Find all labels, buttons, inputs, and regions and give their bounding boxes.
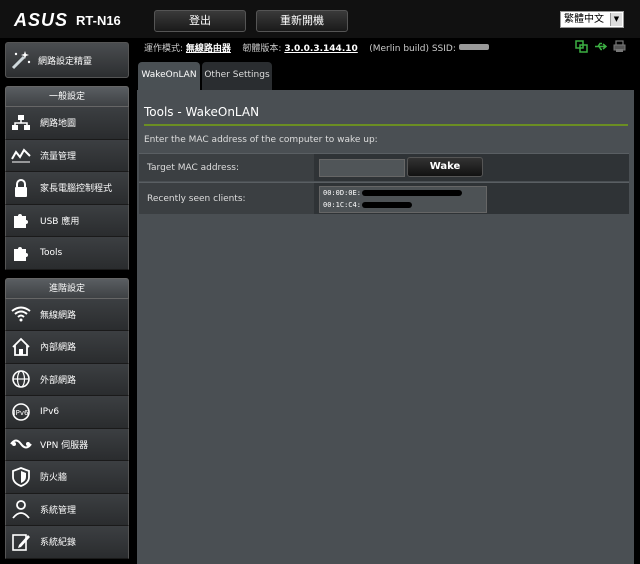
tab-other-settings[interactable]: Other Settings [202, 62, 272, 90]
recent-clients-label: Recently seen clients: [147, 194, 246, 204]
sidebar-item-traffic[interactable]: 流量管理 [5, 139, 129, 172]
mac-address-input[interactable] [319, 159, 405, 177]
sidebar-item-label: USB 應用 [40, 216, 80, 227]
advanced-settings-header: 進階設定 [5, 277, 129, 299]
sidebar-item-label: IPv6 [40, 406, 60, 417]
sidebar-item-label: 內部網路 [40, 343, 77, 354]
network-map-icon [10, 112, 32, 134]
clients-list[interactable]: 00:0D:0E: 00:1C:C4: [319, 186, 487, 213]
sidebar-item-system-log[interactable]: 系統紀錄 [5, 526, 129, 559]
chevron-down-icon: ▼ [610, 13, 622, 26]
mode-value[interactable]: 無線路由器 [186, 44, 231, 54]
sidebar-item-label: 網路地圖 [40, 119, 77, 130]
quick-setup-label: 網路設定精靈 [38, 56, 93, 67]
sidebar-item-label: 外部網路 [40, 375, 77, 386]
sidebar-item-label: 防火牆 [40, 473, 68, 484]
firmware-value[interactable]: 3.0.0.3.144.10 [284, 44, 357, 54]
puzzle-icon [10, 209, 32, 231]
client-mac: 00:1C:C4: [323, 201, 361, 209]
title-divider [144, 124, 628, 126]
recent-clients-cell: 00:0D:0E: 00:1C:C4: [314, 183, 629, 214]
sidebar-item-tools[interactable]: Tools [5, 237, 129, 270]
sidebar-item-label: 系統管理 [40, 505, 77, 516]
admin-icon [10, 498, 32, 520]
sidebar-item-ipv6[interactable]: IPv6 IPv6 [5, 396, 129, 429]
build-label: (Merlin build) [369, 44, 429, 54]
top-bar: ASUS RT-N16 登出 重新開機 繁體中文 ▼ [0, 0, 640, 38]
sidebar-item-firewall[interactable]: 防火牆 [5, 461, 129, 494]
svg-text:IPv6: IPv6 [14, 409, 29, 417]
ipv6-icon: IPv6 [10, 401, 32, 423]
target-mac-label: Target MAC address: [147, 163, 240, 173]
general-settings-group: 一般設定 網路地圖 流量管理 家長電腦控制程式 USB 應用 Tools [5, 86, 129, 270]
sidebar-item-label: 家長電腦控制程式 [40, 184, 113, 195]
reboot-button[interactable]: 重新開機 [256, 10, 348, 32]
sidebar-item-parental-control[interactable]: 家長電腦控制程式 [5, 172, 129, 205]
logout-button[interactable]: 登出 [154, 10, 246, 32]
page-title: Tools - WakeOnLAN [144, 105, 260, 119]
home-icon [10, 336, 32, 358]
traffic-icon [10, 144, 32, 166]
recent-clients-row: Recently seen clients: 00:0D:0E: 00:1C:C… [139, 182, 629, 214]
sidebar-item-wireless[interactable]: 無線網路 [5, 298, 129, 331]
sidebar-item-administration[interactable]: 系統管理 [5, 493, 129, 526]
list-item[interactable]: 00:1C:C4: [320, 199, 486, 211]
tools-icon [10, 242, 32, 264]
sidebar-item-label: 無線網路 [40, 310, 77, 321]
page-description: Enter the MAC address of the computer to… [144, 135, 378, 145]
shield-icon [10, 466, 32, 488]
main-panel: Tools - WakeOnLAN Enter the MAC address … [137, 90, 634, 564]
log-icon [10, 531, 32, 553]
quick-setup-button[interactable]: 網路設定精靈 [5, 42, 129, 78]
sidebar-item-usb[interactable]: USB 應用 [5, 204, 129, 237]
tab-wakeonlan[interactable]: WakeOnLAN [138, 62, 200, 90]
sidebar-item-label: 流量管理 [40, 151, 77, 162]
client-mac: 00:0D:0E: [323, 189, 361, 197]
language-value: 繁體中文 [564, 14, 604, 25]
redaction-mark [362, 202, 412, 208]
globe-icon [10, 368, 32, 390]
connection-status-icon[interactable] [575, 40, 588, 53]
sidebar-item-label: VPN 伺服器 [40, 440, 89, 451]
wake-button[interactable]: Wake [407, 157, 483, 177]
sidebar-item-wan[interactable]: 外部網路 [5, 363, 129, 396]
target-mac-row: Target MAC address: Wake [139, 153, 629, 181]
asus-logo: ASUS [14, 10, 69, 30]
status-line: 運作模式: 無線路由器 韌體版本: 3.0.0.3.144.10 (Merlin… [144, 41, 489, 54]
list-item[interactable]: 00:0D:0E: [320, 187, 486, 199]
mode-label: 運作模式: [144, 44, 184, 54]
target-mac-cell: Wake [314, 154, 629, 181]
printer-status-icon[interactable] [613, 40, 626, 53]
redaction-mark [362, 190, 462, 196]
status-icons [575, 40, 626, 53]
router-model: RT-N16 [76, 13, 121, 28]
magic-wand-icon [10, 49, 32, 71]
lock-icon [10, 177, 32, 199]
ssid-label: SSID: [431, 44, 456, 54]
wifi-icon [10, 303, 32, 325]
language-select[interactable]: 繁體中文 ▼ [560, 11, 624, 28]
firmware-label: 韌體版本: [242, 44, 282, 54]
advanced-settings-group: 進階設定 無線網路 內部網路 外部網路 IPv6 IPv6 VPN 伺服器 防火… [5, 277, 129, 559]
sidebar: 網路設定精靈 一般設定 網路地圖 流量管理 家長電腦控制程式 USB 應用 To… [5, 42, 129, 559]
sidebar-item-network-map[interactable]: 網路地圖 [5, 107, 129, 140]
general-settings-header: 一般設定 [5, 86, 129, 107]
sidebar-item-label: Tools [40, 247, 63, 258]
sidebar-item-lan[interactable]: 內部網路 [5, 331, 129, 364]
sidebar-item-vpn[interactable]: VPN 伺服器 [5, 428, 129, 461]
vpn-icon [10, 433, 32, 455]
usb-status-icon[interactable] [594, 40, 607, 53]
sidebar-item-label: 系統紀錄 [40, 538, 77, 549]
ssid-value-redacted [458, 44, 489, 50]
